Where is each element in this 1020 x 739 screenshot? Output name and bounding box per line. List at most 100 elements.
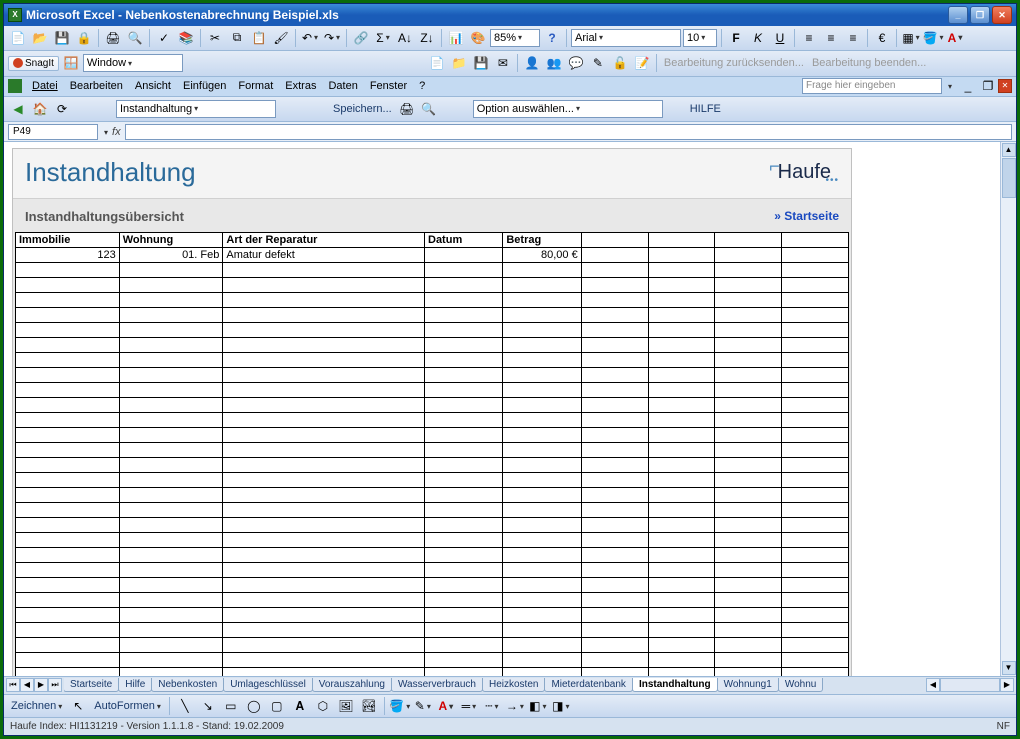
minimize-button[interactable]: _: [948, 6, 968, 24]
table-cell[interactable]: [223, 517, 425, 532]
paste-icon[interactable]: 📋: [249, 28, 269, 48]
align-right-icon[interactable]: ≡: [843, 28, 863, 48]
table-cell[interactable]: [425, 382, 503, 397]
table-cell[interactable]: [425, 412, 503, 427]
track-icon[interactable]: 📝: [632, 53, 652, 73]
table-row[interactable]: [16, 442, 849, 457]
table-cell[interactable]: [648, 547, 715, 562]
table-cell[interactable]: [715, 442, 782, 457]
table-cell[interactable]: [119, 607, 223, 622]
table-cell[interactable]: [16, 457, 120, 472]
horizontal-scrollbar[interactable]: ◀ ▶: [823, 678, 1014, 692]
table-cell[interactable]: [223, 277, 425, 292]
table-cell[interactable]: [503, 352, 581, 367]
table-row[interactable]: [16, 592, 849, 607]
table-cell[interactable]: [119, 547, 223, 562]
sort-asc-icon[interactable]: A↓: [395, 28, 415, 48]
table-cell[interactable]: [503, 307, 581, 322]
sheet-tab-nebenkosten[interactable]: Nebenkosten: [151, 678, 224, 692]
font-name-field[interactable]: Arial: [571, 29, 681, 47]
table-cell[interactable]: [648, 607, 715, 622]
table-cell[interactable]: [425, 667, 503, 676]
table-cell[interactable]: [16, 592, 120, 607]
table-cell[interactable]: [715, 247, 782, 262]
table-cell[interactable]: [782, 547, 849, 562]
table-cell[interactable]: [782, 457, 849, 472]
menu-format[interactable]: Format: [232, 78, 279, 94]
table-row[interactable]: [16, 667, 849, 676]
table-cell[interactable]: [425, 307, 503, 322]
redo-icon[interactable]: ↷: [322, 28, 342, 48]
line-icon[interactable]: ╲: [175, 696, 195, 716]
picture-icon[interactable]: 🏞: [359, 696, 379, 716]
line-style-icon[interactable]: ═: [459, 696, 479, 716]
table-cell[interactable]: [782, 397, 849, 412]
table-cell[interactable]: [425, 322, 503, 337]
table-cell[interactable]: [648, 262, 715, 277]
table-cell[interactable]: [782, 382, 849, 397]
open-icon[interactable]: 📂: [30, 28, 50, 48]
table-cell[interactable]: [425, 352, 503, 367]
table-cell[interactable]: [119, 577, 223, 592]
tab-prev-icon[interactable]: ◀: [20, 678, 34, 692]
table-cell[interactable]: [223, 532, 425, 547]
table-cell[interactable]: [648, 502, 715, 517]
table-cell[interactable]: [119, 307, 223, 322]
table-cell[interactable]: [119, 652, 223, 667]
table-cell[interactable]: [425, 652, 503, 667]
select-objects-icon[interactable]: ↖: [68, 696, 88, 716]
table-cell[interactable]: [648, 457, 715, 472]
table-cell[interactable]: [648, 292, 715, 307]
table-cell[interactable]: Amatur defekt: [223, 247, 425, 262]
permissions-icon[interactable]: 🔒: [74, 28, 94, 48]
nav-help-label[interactable]: HILFE: [687, 103, 724, 115]
table-cell[interactable]: [16, 322, 120, 337]
table-cell[interactable]: [119, 352, 223, 367]
table-cell[interactable]: [782, 322, 849, 337]
table-cell[interactable]: [425, 262, 503, 277]
table-cell[interactable]: [16, 472, 120, 487]
table-cell[interactable]: [223, 397, 425, 412]
table-cell[interactable]: [223, 577, 425, 592]
table-cell[interactable]: [782, 487, 849, 502]
table-cell[interactable]: [581, 427, 648, 442]
table-cell[interactable]: [648, 412, 715, 427]
table-cell[interactable]: [503, 382, 581, 397]
hscroll-left-icon[interactable]: ◀: [926, 678, 940, 692]
table-cell[interactable]: [119, 457, 223, 472]
table-cell[interactable]: [425, 502, 503, 517]
table-cell[interactable]: [503, 262, 581, 277]
table-cell[interactable]: [223, 262, 425, 277]
fill-color2-icon[interactable]: 🪣: [390, 696, 410, 716]
table-cell[interactable]: [503, 607, 581, 622]
table-cell[interactable]: [119, 427, 223, 442]
autosum-icon[interactable]: Σ: [373, 28, 393, 48]
table-cell[interactable]: [503, 622, 581, 637]
table-cell[interactable]: [16, 607, 120, 622]
sheet-tab-wohnung1[interactable]: Wohnung1: [717, 678, 779, 692]
table-cell[interactable]: [16, 637, 120, 652]
table-cell[interactable]: [715, 577, 782, 592]
tab-last-icon[interactable]: ⏭: [48, 678, 62, 692]
table-cell[interactable]: [581, 637, 648, 652]
table-cell[interactable]: [119, 517, 223, 532]
table-cell[interactable]: [503, 667, 581, 676]
table-cell[interactable]: [16, 577, 120, 592]
table-row[interactable]: [16, 397, 849, 412]
table-row[interactable]: [16, 427, 849, 442]
table-cell[interactable]: [715, 652, 782, 667]
table-cell[interactable]: [648, 397, 715, 412]
table-cell[interactable]: [16, 487, 120, 502]
name-box-dropdown-icon[interactable]: [102, 126, 108, 138]
table-cell[interactable]: [648, 352, 715, 367]
table-cell[interactable]: [503, 397, 581, 412]
table-cell[interactable]: [223, 487, 425, 502]
table-cell[interactable]: [715, 622, 782, 637]
print-preview-icon[interactable]: 🔍: [125, 28, 145, 48]
oval-icon[interactable]: ◯: [244, 696, 264, 716]
sheet-tab-mieterdatenbank[interactable]: Mieterdatenbank: [544, 678, 633, 692]
table-row[interactable]: [16, 637, 849, 652]
dash-style-icon[interactable]: ┄: [482, 696, 502, 716]
table-cell[interactable]: [581, 337, 648, 352]
table-row[interactable]: [16, 502, 849, 517]
